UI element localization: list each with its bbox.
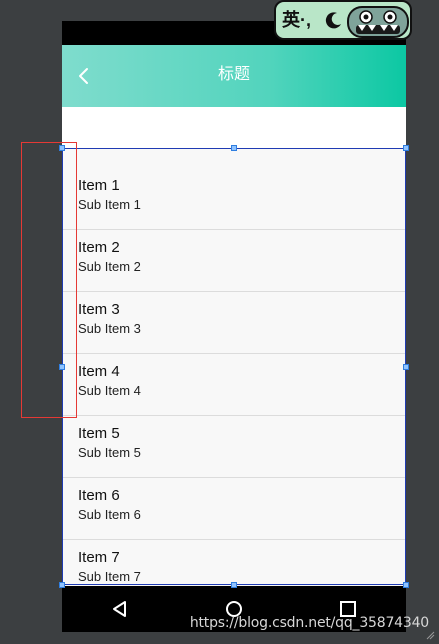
resize-handle-top-left[interactable]	[59, 145, 65, 151]
list-item[interactable]: Item 2 Sub Item 2	[62, 230, 406, 292]
watermark: https://blog.csdn.net/qq_35874340	[189, 615, 429, 631]
phone-preview: 标题 Item 1 Sub Item 1 Item 2 Sub Item 2 Item …	[62, 21, 406, 632]
list-item-title: Item 5	[78, 425, 120, 442]
header-area	[62, 107, 406, 148]
resize-handle-top[interactable]	[231, 145, 237, 151]
list-item-title: Item 1	[78, 177, 120, 194]
moon-icon	[325, 12, 341, 29]
list-item[interactable]: Item 5 Sub Item 5	[62, 416, 406, 478]
resize-handle-bottom-left[interactable]	[59, 582, 65, 588]
resize-handle-bottom[interactable]	[231, 582, 237, 588]
list-item-subtitle: Sub Item 5	[78, 445, 141, 460]
list-item-subtitle: Sub Item 4	[78, 383, 141, 398]
monster-mascot-icon	[347, 6, 409, 38]
list-item-subtitle: Sub Item 2	[78, 259, 141, 274]
page-title: 标题	[217, 66, 250, 83]
list-item[interactable]: Item 6 Sub Item 6	[62, 478, 406, 540]
list-item-title: Item 2	[78, 239, 120, 256]
list-item-title: Item 7	[78, 549, 120, 566]
resize-handle-top-right[interactable]	[403, 145, 409, 151]
list-item-subtitle: Sub Item 1	[78, 197, 141, 212]
resize-handle-left[interactable]	[59, 364, 65, 370]
list-item[interactable]: Item 7 Sub Item 7	[62, 540, 406, 586]
list-item-title: Item 4	[78, 363, 120, 380]
ime-status-badge[interactable]: 英·,	[274, 0, 412, 40]
resize-handle-bottom-right[interactable]	[403, 582, 409, 588]
list-item[interactable]: Item 3 Sub Item 3	[62, 292, 406, 354]
list-item-subtitle: Sub Item 6	[78, 507, 141, 522]
toolbar: 标题	[62, 45, 406, 107]
list-item[interactable]: Item 1 Sub Item 1	[62, 168, 406, 230]
recycler-list[interactable]: Item 1 Sub Item 1 Item 2 Sub Item 2 Item 3 Su…	[62, 148, 406, 586]
list-item-title: Item 3	[78, 301, 120, 318]
list-item-subtitle: Sub Item 7	[78, 569, 141, 584]
list-item-subtitle: Sub Item 3	[78, 321, 141, 336]
resize-grip-icon[interactable]	[425, 630, 435, 640]
resize-handle-right[interactable]	[403, 364, 409, 370]
ime-mode-label: 英·,	[282, 10, 311, 30]
list-item[interactable]: Item 4 Sub Item 4	[62, 354, 406, 416]
back-triangle-icon[interactable]	[110, 599, 130, 619]
list-item-title: Item 6	[78, 487, 120, 504]
